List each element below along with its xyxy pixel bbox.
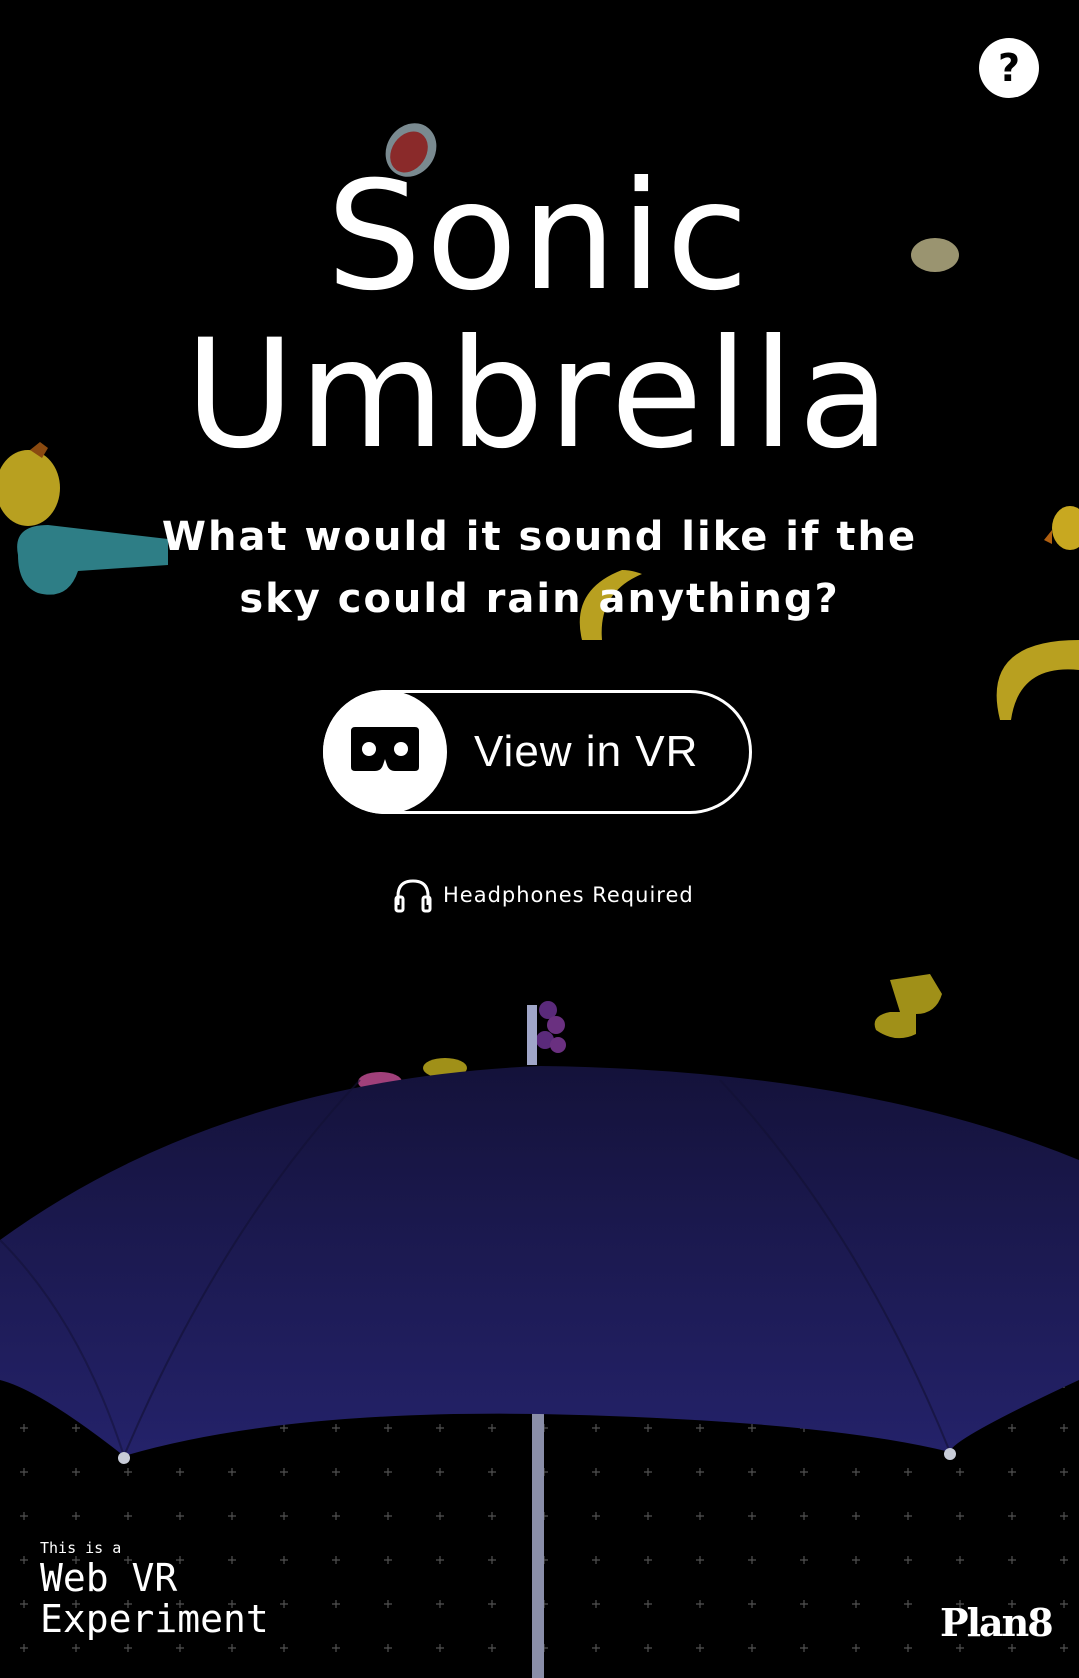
umbrella-rib-tip-right: [944, 1448, 956, 1460]
duck-object-right: [1044, 506, 1079, 550]
page-title: Sonic Umbrella: [0, 158, 1079, 474]
headphones-icon: [394, 879, 432, 913]
umbrella-rib-tip-left: [118, 1452, 130, 1464]
badge-intro: This is a: [40, 1539, 122, 1557]
vr-headset-icon: [323, 690, 447, 814]
umbrella-tip: [527, 1005, 537, 1065]
banana-object-right: [996, 640, 1079, 720]
umbrella-pole: [532, 1405, 544, 1678]
grapes-object: [536, 1001, 566, 1053]
note-object: [874, 974, 942, 1039]
view-in-vr-label: View in VR: [474, 727, 699, 776]
headphones-label: Headphones Required: [443, 883, 694, 907]
umbrella-canopy: [0, 1066, 1079, 1456]
help-button[interactable]: ?: [979, 38, 1039, 98]
title-line-1: Sonic: [326, 150, 753, 324]
tagline: What would it sound like if the sky coul…: [161, 514, 918, 622]
webvr-experiment-badge[interactable]: This is a Web VR Experiment: [40, 1538, 269, 1640]
view-in-vr-button[interactable]: View in VR: [323, 690, 752, 814]
plan8-logo[interactable]: Plan8: [940, 1600, 1054, 1645]
badge-line-1: Web VR: [40, 1556, 178, 1600]
title-line-2: Umbrella: [184, 308, 895, 482]
badge-line-2: Experiment: [40, 1597, 269, 1641]
